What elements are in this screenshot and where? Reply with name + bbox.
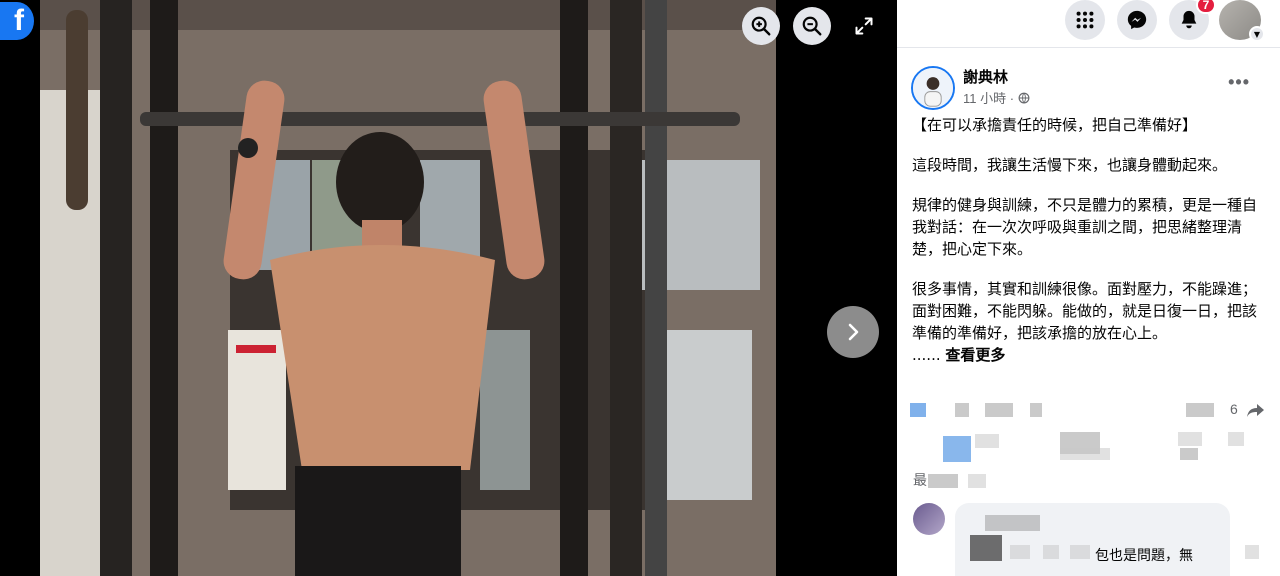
notification-badge: 7 bbox=[1196, 0, 1216, 14]
blurred-text bbox=[1043, 545, 1059, 559]
post-photo bbox=[40, 0, 776, 576]
next-photo-button[interactable] bbox=[827, 306, 879, 358]
blurred-text bbox=[1228, 432, 1244, 446]
blurred-text bbox=[985, 403, 1013, 417]
post-time[interactable]: 11 小時 · bbox=[963, 88, 1030, 107]
blurred-text bbox=[928, 474, 958, 488]
reaction-count: 6 bbox=[1230, 401, 1238, 417]
blurred-text bbox=[1070, 545, 1090, 559]
globe-icon bbox=[1018, 92, 1030, 103]
blurred-text bbox=[970, 535, 1002, 561]
post-paragraph: 規律的健身與訓練，不只是體力的累積，更是一種自我對話：在一次次呼吸與重訓之間，把… bbox=[912, 196, 1258, 258]
messenger-icon bbox=[1127, 10, 1147, 30]
post-paragraph: 這段時間，我讓生活慢下來，也讓身體動起來。 bbox=[912, 156, 1228, 174]
blurred-text bbox=[968, 474, 986, 488]
post-panel: 7 ▼ 謝典林 11 小時 · ••• 【在可以承擔責任的時候，把自己準備好】 … bbox=[897, 0, 1280, 576]
blurred-text bbox=[975, 434, 999, 448]
grid-menu-icon bbox=[1076, 11, 1094, 29]
author-name[interactable]: 謝典林 bbox=[963, 66, 1008, 87]
blurred-text bbox=[1030, 403, 1042, 417]
blurred-text bbox=[1060, 448, 1110, 460]
zoom-in-icon bbox=[751, 16, 771, 36]
menu-button[interactable] bbox=[1065, 0, 1105, 40]
chevron-right-icon bbox=[848, 323, 859, 341]
commenter-avatar[interactable] bbox=[913, 503, 945, 535]
bell-icon bbox=[1181, 10, 1197, 29]
comments-sort-label[interactable]: 最 bbox=[913, 470, 927, 490]
top-bar: 7 ▼ bbox=[897, 0, 1280, 48]
blurred-text bbox=[1010, 545, 1030, 559]
zoom-out-button[interactable] bbox=[793, 7, 831, 45]
blurred-text bbox=[1245, 545, 1259, 559]
fullscreen-button[interactable] bbox=[850, 12, 878, 40]
see-more-link[interactable]: 查看更多 bbox=[945, 346, 1005, 364]
zoom-out-icon bbox=[802, 16, 822, 36]
photo-illustration bbox=[40, 0, 776, 576]
see-more-line: ...... 查看更多 bbox=[912, 344, 1267, 366]
chevron-down-icon: ▼ bbox=[1249, 26, 1265, 42]
share-button[interactable] bbox=[1178, 432, 1202, 446]
account-button[interactable]: ▼ bbox=[1219, 0, 1265, 42]
photo-viewer: f bbox=[0, 0, 897, 576]
post-title: 【在可以承擔責任的時候，把自己準備好】 bbox=[912, 116, 1198, 134]
post-paragraph: 很多事情，其實和訓練很像。面對壓力，不能躁進；面對困難，不能閃躲。能做的，就是日… bbox=[912, 280, 1258, 342]
comment-text: 包也是問題，無 bbox=[1095, 548, 1193, 564]
facebook-logo[interactable]: f bbox=[0, 2, 34, 40]
post-header: 謝典林 11 小時 · ••• bbox=[911, 66, 1270, 110]
blurred-text bbox=[955, 403, 969, 417]
fullscreen-icon bbox=[855, 17, 873, 35]
blurred-name bbox=[985, 515, 1040, 531]
zoom-in-button[interactable] bbox=[742, 7, 780, 45]
blurred-text bbox=[1180, 448, 1198, 460]
share-icon[interactable] bbox=[1246, 400, 1266, 420]
more-options-button[interactable]: ••• bbox=[1228, 72, 1250, 93]
post-text: 【在可以承擔責任的時候，把自己準備好】 這段時間，我讓生活慢下來，也讓身體動起來… bbox=[912, 114, 1267, 366]
post-time-text: 11 小時 · bbox=[963, 91, 1015, 106]
like-reaction-icon bbox=[910, 403, 926, 417]
blurred-text bbox=[1186, 403, 1214, 417]
author-avatar[interactable] bbox=[911, 66, 955, 110]
like-button[interactable] bbox=[943, 436, 971, 462]
ellipsis: ...... bbox=[912, 346, 941, 364]
messenger-button[interactable] bbox=[1117, 0, 1157, 40]
avatar-image bbox=[913, 68, 953, 108]
